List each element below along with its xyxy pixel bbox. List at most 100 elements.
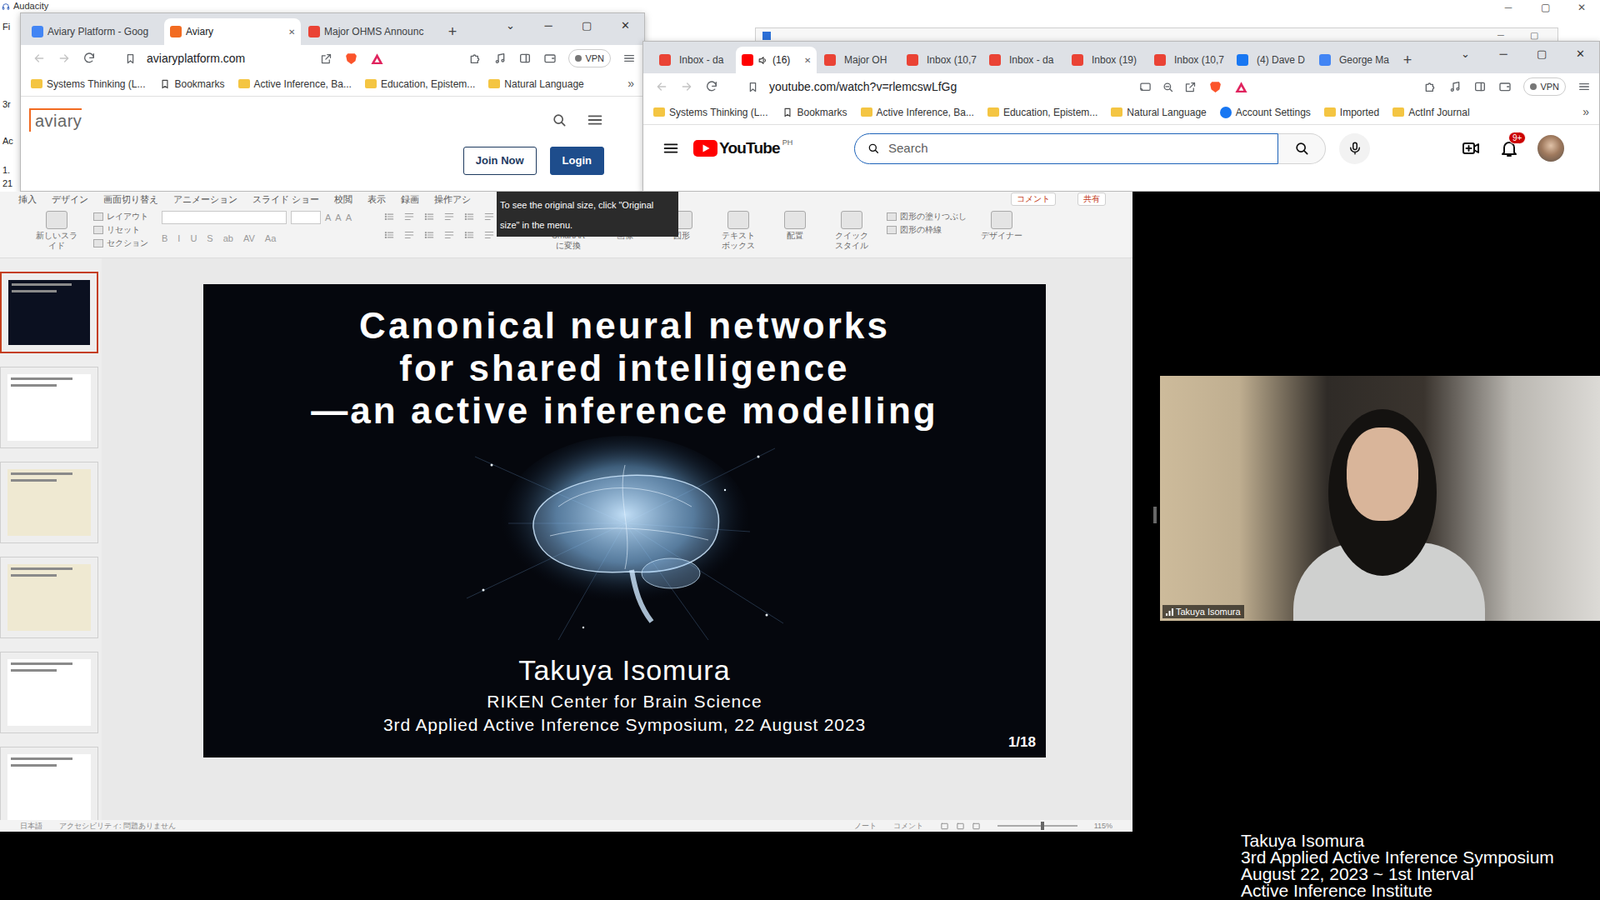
ribbon-tab[interactable]: スライド ショー xyxy=(252,191,320,207)
window-control-button[interactable]: ✕ xyxy=(1573,0,1590,15)
share-icon[interactable] xyxy=(1184,80,1197,94)
align-icon[interactable] xyxy=(443,229,455,241)
back-icon[interactable] xyxy=(655,80,669,94)
bookmark-item[interactable]: Bookmarks xyxy=(159,76,225,92)
list-icon[interactable] xyxy=(463,210,475,223)
bookmark-item[interactable]: Systems Thinking (L... xyxy=(30,76,146,92)
bookmark-item[interactable]: Natural Language xyxy=(1110,105,1206,120)
account-avatar[interactable] xyxy=(1537,135,1565,162)
align-icon[interactable] xyxy=(403,210,415,223)
font-size-button[interactable]: A xyxy=(335,210,341,225)
browser-tab[interactable]: Inbox (10,7 xyxy=(1148,46,1230,74)
ribbon-tab[interactable]: 操作アシ xyxy=(434,191,471,207)
font-size-button[interactable]: A xyxy=(345,210,352,225)
more-bookmarks-button[interactable]: » xyxy=(627,75,635,93)
bookmark-item[interactable]: ActInf Journal xyxy=(1392,105,1470,120)
ribbon-command[interactable]: 図形の枠線 xyxy=(886,224,967,236)
slide-thumbnail[interactable] xyxy=(0,271,99,354)
align-icon[interactable] xyxy=(443,210,455,223)
zoom-icon[interactable] xyxy=(1161,80,1175,94)
ribbon-command[interactable]: テキスト ボックス xyxy=(716,210,760,251)
browser-tab[interactable]: Inbox - da xyxy=(983,46,1065,74)
back-icon[interactable] xyxy=(32,51,46,65)
ribbon-tab[interactable]: 画面切り替え xyxy=(103,191,159,207)
comments-button[interactable]: コメント xyxy=(893,820,924,831)
wallet-icon[interactable] xyxy=(1498,80,1512,94)
zoom-slider-thumb[interactable] xyxy=(1040,821,1045,830)
list-icon[interactable] xyxy=(383,229,395,241)
browser-tab[interactable]: (4) Dave D xyxy=(1230,46,1312,74)
ribbon-command[interactable]: リセット xyxy=(93,224,149,236)
window-control-button[interactable]: ▢ xyxy=(1522,41,1561,67)
sidebar-icon[interactable] xyxy=(1473,80,1487,94)
ribbon-tab[interactable]: 挿入 xyxy=(18,191,37,207)
tab-close-button[interactable]: ✕ xyxy=(804,54,811,67)
format-button[interactable]: Aa xyxy=(265,231,276,246)
comment-button[interactable]: コメント xyxy=(1010,192,1056,206)
search-input[interactable] xyxy=(888,139,1266,159)
forward-icon[interactable] xyxy=(680,80,694,94)
window-control-button[interactable]: ▢ xyxy=(567,13,606,39)
new-tab-button[interactable]: + xyxy=(440,18,465,45)
list-icon[interactable] xyxy=(383,210,395,223)
window-control-button[interactable]: ─ xyxy=(1500,0,1517,15)
list-icon[interactable] xyxy=(423,229,435,241)
share-icon[interactable] xyxy=(320,52,333,65)
window-control-button[interactable]: ⌄ xyxy=(1445,41,1485,67)
align-icon[interactable] xyxy=(483,210,495,223)
zoom-slider[interactable] xyxy=(997,825,1078,827)
more-bookmarks-button[interactable]: » xyxy=(1582,103,1590,121)
window-control-button[interactable]: ✕ xyxy=(605,13,645,39)
bookmark-item[interactable]: Account Settings xyxy=(1220,105,1311,120)
browser-tab[interactable]: Aviary Platform - Goog xyxy=(25,18,163,45)
list-icon[interactable] xyxy=(423,210,435,223)
format-button[interactable]: U xyxy=(190,231,197,246)
ribbon-command[interactable]: レイアウト xyxy=(93,210,149,223)
normal-view-icon[interactable] xyxy=(940,821,950,831)
youtube-logo[interactable]: YouTubePH xyxy=(693,138,793,159)
forward-icon[interactable] xyxy=(57,51,71,65)
voice-search-button[interactable] xyxy=(1339,133,1370,165)
browser-tab[interactable]: (16)✕ xyxy=(735,46,817,74)
font-name-dropdown[interactable] xyxy=(161,210,287,225)
align-icon[interactable] xyxy=(403,229,415,241)
address-bar[interactable]: youtube.com/watch?v=rlemcswLfGg xyxy=(746,75,1197,98)
format-button[interactable]: AV xyxy=(243,231,255,246)
ribbon-tab[interactable]: アニメーション xyxy=(173,191,238,207)
vpn-button[interactable]: VPN xyxy=(568,49,611,68)
menu-icon[interactable] xyxy=(661,139,680,158)
bookmark-item[interactable]: Systems Thinking (L... xyxy=(653,105,769,120)
slide-thumbnail[interactable] xyxy=(0,556,99,639)
hamburger-menu-icon[interactable] xyxy=(585,110,605,130)
font-size-button[interactable]: A xyxy=(325,210,331,225)
slide[interactable]: Canonical neural networksfor shared inte… xyxy=(203,284,1046,758)
brave-shield-icon[interactable] xyxy=(1208,80,1223,95)
new-tab-button[interactable]: + xyxy=(1395,46,1420,74)
format-button[interactable]: ab xyxy=(223,231,234,246)
extensions-icon[interactable] xyxy=(1423,80,1437,94)
search-button[interactable] xyxy=(1278,133,1326,165)
browser-tab[interactable]: Inbox (19) xyxy=(1065,46,1147,74)
menu-icon[interactable] xyxy=(1577,80,1591,94)
ribbon-command[interactable]: セクション xyxy=(93,237,149,250)
ribbon-command[interactable]: クイック スタイル xyxy=(830,210,874,251)
reload-icon[interactable] xyxy=(705,80,719,94)
bookmark-item[interactable]: Active Inference, Ba... xyxy=(238,76,352,92)
tab-close-button[interactable]: ✕ xyxy=(288,25,295,39)
bookmark-item[interactable]: Active Inference, Ba... xyxy=(860,105,975,120)
slide-thumbnail[interactable] xyxy=(0,366,99,449)
format-button[interactable]: B xyxy=(161,231,168,246)
media-icon[interactable] xyxy=(1448,80,1462,94)
sidebar-icon[interactable] xyxy=(518,51,532,65)
font-size-dropdown[interactable] xyxy=(290,210,321,225)
ribbon-command[interactable]: 新しいスライド xyxy=(33,210,80,251)
window-control-button[interactable]: ✕ xyxy=(1560,41,1600,67)
bookmark-icon[interactable] xyxy=(124,52,137,65)
bookmark-icon[interactable] xyxy=(746,80,760,94)
brave-rewards-icon[interactable] xyxy=(1234,80,1249,95)
share-button[interactable]: 共有 xyxy=(1077,192,1106,206)
bookmark-item[interactable]: Natural Language xyxy=(488,76,584,92)
slide-thumbnail[interactable] xyxy=(0,651,99,734)
ribbon-tab[interactable]: 表示 xyxy=(367,191,386,207)
window-control-button[interactable]: ⌄ xyxy=(490,13,530,39)
